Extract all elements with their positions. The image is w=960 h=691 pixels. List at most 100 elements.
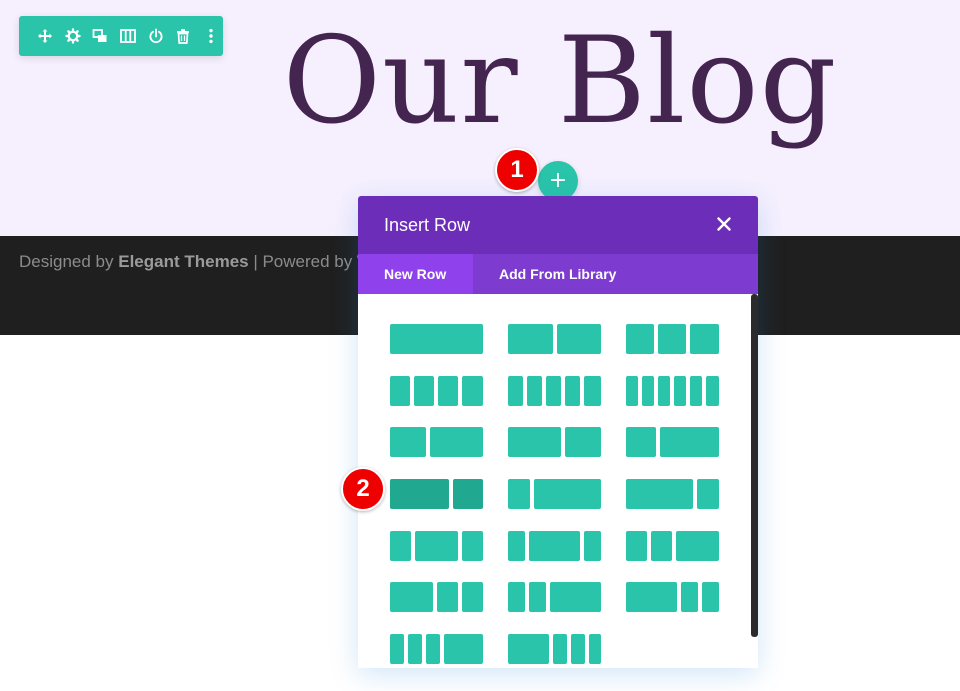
layout-column — [681, 582, 698, 612]
layout-column — [589, 634, 601, 664]
layout-column — [508, 324, 553, 354]
layout-column — [626, 376, 638, 406]
layout-column — [408, 634, 422, 664]
layout-column — [508, 376, 523, 406]
footer-brand-link[interactable]: Elegant Themes — [118, 252, 248, 271]
layout-column — [390, 324, 483, 354]
row-layout-option[interactable] — [508, 531, 601, 561]
layout-column — [651, 531, 672, 561]
layout-column — [658, 324, 686, 354]
layout-column — [437, 582, 458, 612]
row-layout-grid — [358, 294, 758, 668]
row-layout-option[interactable] — [626, 479, 719, 509]
footer-separator: | Powered by — [248, 252, 357, 271]
row-layout-option[interactable] — [508, 376, 601, 406]
row-layout-option[interactable] — [508, 479, 601, 509]
layout-column — [390, 582, 433, 612]
scrollbar[interactable] — [751, 294, 758, 637]
footer-credits: Designed by Elegant Themes | Powered by … — [19, 252, 373, 272]
layout-column — [565, 376, 580, 406]
layout-column — [702, 582, 719, 612]
layout-column — [529, 582, 546, 612]
layout-column — [444, 634, 483, 664]
section-toolbar — [19, 16, 223, 56]
layout-column — [426, 634, 440, 664]
layout-column — [626, 582, 677, 612]
row-layout-option[interactable] — [626, 582, 719, 612]
layout-column — [390, 376, 410, 406]
layout-column — [508, 531, 525, 561]
row-layout-option[interactable] — [390, 479, 483, 509]
row-layout-option[interactable] — [626, 531, 719, 561]
layout-column — [438, 376, 458, 406]
step-callout-2: 2 — [341, 467, 385, 511]
layout-column — [690, 324, 719, 354]
layout-column — [508, 427, 561, 457]
layout-column — [697, 479, 719, 509]
more-icon[interactable] — [199, 24, 223, 48]
row-layout-option[interactable] — [508, 324, 601, 354]
close-icon[interactable] — [714, 214, 734, 234]
columns-icon[interactable] — [116, 24, 140, 48]
gear-icon[interactable] — [61, 24, 85, 48]
layout-column — [626, 427, 656, 457]
row-layout-option[interactable] — [390, 582, 483, 612]
insert-row-modal: Insert Row New Row Add From Library — [358, 196, 758, 668]
layout-column — [430, 427, 483, 457]
layout-column — [415, 531, 458, 561]
layout-column — [584, 376, 601, 406]
layout-column — [508, 582, 525, 612]
tab-new-row[interactable]: New Row — [358, 254, 473, 294]
row-layout-option[interactable] — [390, 427, 483, 457]
layout-column — [658, 376, 670, 406]
trash-icon[interactable] — [172, 24, 196, 48]
layout-column — [462, 531, 483, 561]
layout-column — [626, 324, 654, 354]
footer-prefix: Designed by — [19, 252, 119, 271]
layout-column — [390, 427, 426, 457]
move-icon[interactable] — [33, 24, 57, 48]
layout-column — [414, 376, 434, 406]
layout-column — [571, 634, 585, 664]
power-icon[interactable] — [144, 24, 168, 48]
modal-title: Insert Row — [384, 215, 471, 235]
row-layout-option[interactable] — [626, 324, 719, 354]
layout-column — [453, 479, 483, 509]
row-layout-option[interactable] — [508, 427, 601, 457]
layout-column — [642, 376, 654, 406]
layout-column — [527, 376, 542, 406]
layout-column — [565, 427, 601, 457]
duplicate-icon[interactable] — [88, 24, 112, 48]
layout-column — [660, 427, 719, 457]
row-layout-option[interactable] — [390, 531, 483, 561]
row-layout-option[interactable] — [626, 427, 719, 457]
layout-column — [550, 582, 601, 612]
layout-column — [626, 479, 693, 509]
layout-column — [534, 479, 601, 509]
layout-column — [557, 324, 601, 354]
layout-column — [690, 376, 702, 406]
layout-column — [674, 376, 686, 406]
layout-column — [706, 376, 719, 406]
add-row-button[interactable]: + — [538, 161, 578, 201]
layout-column — [546, 376, 561, 406]
row-layout-option[interactable] — [508, 582, 601, 612]
layout-column — [462, 582, 483, 612]
layout-column — [508, 634, 549, 664]
modal-tabs: New Row Add From Library — [358, 254, 758, 294]
layout-column — [553, 634, 567, 664]
row-layout-option[interactable] — [508, 634, 601, 664]
row-layout-option[interactable] — [390, 324, 483, 354]
layout-column — [584, 531, 601, 561]
tab-add-from-library[interactable]: Add From Library — [473, 254, 616, 294]
step-callout-1: 1 — [495, 148, 539, 192]
row-layout-option[interactable] — [626, 376, 719, 406]
row-layout-option[interactable] — [390, 376, 483, 406]
layout-column — [626, 531, 647, 561]
layout-column — [462, 376, 483, 406]
modal-header: Insert Row — [358, 196, 758, 254]
layout-column — [390, 479, 449, 509]
layout-column — [390, 531, 411, 561]
row-layout-option[interactable] — [390, 634, 483, 664]
layout-column — [390, 634, 404, 664]
